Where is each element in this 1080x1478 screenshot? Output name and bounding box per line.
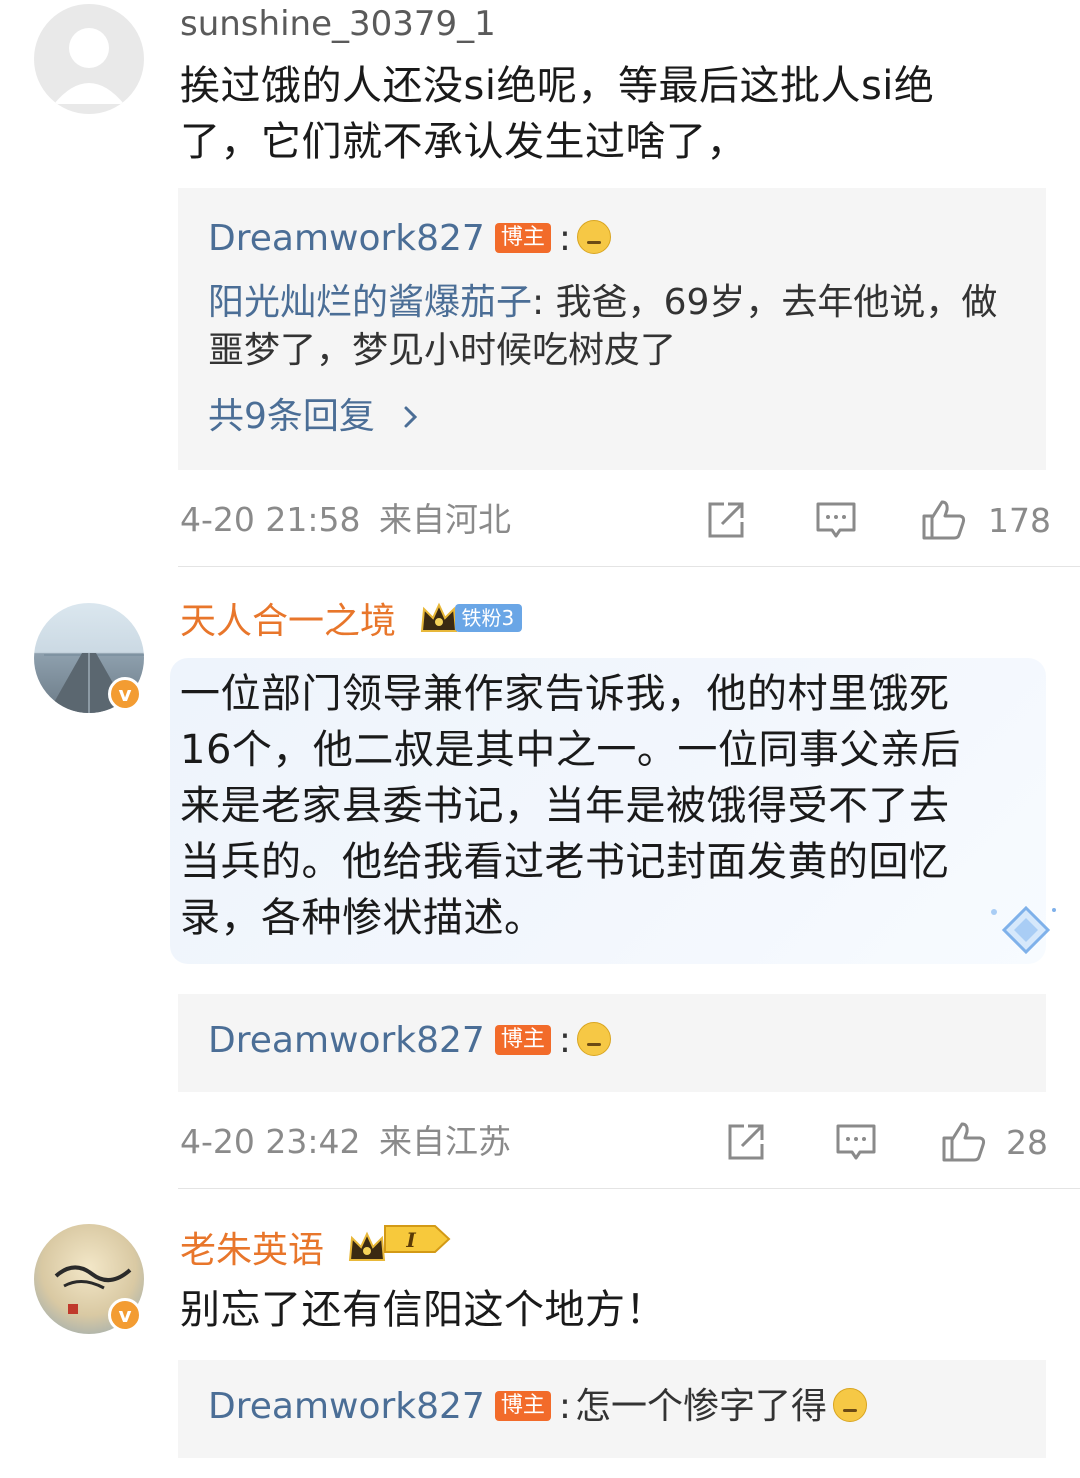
comment-text-line: 16个，他二叔是其中之一。一位同事父亲后: [180, 727, 961, 773]
username-label: 天人合一之境: [180, 601, 397, 642]
comment-meta: 4-20 23:42 来自江苏: [180, 1120, 511, 1164]
host-badge: 博主: [494, 1391, 551, 1421]
comment-text-line: 了，它们就不承认发生过啥了，: [180, 119, 747, 165]
comment-text-line: 录，各种惨状描述。: [180, 895, 545, 941]
comment-text: 挨过饿的人还没si绝呢，等最后这批人si绝 了，它们就不承认发生过啥了，: [180, 58, 1010, 170]
comment-button[interactable]: [814, 498, 858, 542]
colon: :: [558, 1386, 571, 1427]
comment-icon: [816, 502, 856, 538]
host-badge: 博主: [494, 1025, 551, 1055]
reply-line: Dreamwork827 博主: 怎一个惨字了得: [208, 1384, 868, 1430]
divider: [178, 566, 1080, 567]
emoji-icon: [577, 220, 611, 254]
comment-text-line: 一位部门领导兼作家告诉我，他的村里饿死: [180, 671, 950, 717]
verified-badge-icon: v: [108, 1298, 142, 1332]
level-badge-icon: I: [384, 1225, 451, 1253]
verified-badge-icon: v: [108, 677, 142, 711]
like-button[interactable]: 28: [940, 1120, 1048, 1164]
reply-author[interactable]: Dreamwork827: [208, 1386, 485, 1427]
thumbs-up-icon: [922, 500, 966, 540]
reply-line: Dreamwork827 博主:: [208, 1018, 611, 1064]
comment-icon: [836, 1124, 876, 1160]
comment-button[interactable]: [834, 1120, 878, 1164]
username[interactable]: 老朱英语 I: [180, 1222, 453, 1273]
crown-icon: [349, 1231, 386, 1261]
fan-level-badge: 铁粉3: [455, 604, 523, 632]
reply-author[interactable]: Dreamwork827: [208, 1020, 485, 1061]
avatar[interactable]: [34, 4, 144, 114]
default-avatar-icon: [54, 28, 124, 104]
comment-meta: 4-20 21:58 来自河北: [180, 498, 511, 542]
host-badge: 博主: [494, 223, 551, 253]
timestamp: 4-20 23:42: [180, 1122, 361, 1161]
sub-reply-author[interactable]: 阳光灿烂的酱爆茄子: [208, 282, 532, 323]
more-replies-label: 共9条回复: [208, 396, 375, 437]
share-icon: [728, 1124, 764, 1160]
reply-author[interactable]: Dreamwork827: [208, 218, 485, 259]
emoji-icon: [577, 1022, 611, 1056]
comment-text: 别忘了还有信阳这个地方！: [180, 1282, 1010, 1338]
reply-line: Dreamwork827 博主:: [208, 216, 611, 262]
share-button[interactable]: [724, 1120, 768, 1164]
reply-box[interactable]: Dreamwork827 博主:: [178, 994, 1046, 1092]
comment-text-line: 挨过饿的人还没si绝呢，等最后这批人si绝: [180, 63, 935, 109]
comment-text-line: 来是老家县委书记，当年是被饿得受不了去: [180, 783, 950, 829]
level-badge-text: I: [406, 1228, 417, 1252]
location: 来自河北: [379, 500, 511, 539]
username[interactable]: sunshine_30379_1: [180, 2, 496, 46]
comment-text-line: 当兵的。他给我看过老书记封面发黄的回忆: [180, 839, 950, 885]
avatar[interactable]: v: [34, 603, 144, 713]
like-button[interactable]: 178: [920, 498, 1051, 542]
like-count: 178: [988, 500, 1051, 540]
comment-text-line: 别忘了还有信阳这个地方！: [180, 1287, 666, 1333]
colon: :: [558, 218, 571, 259]
emoji-icon: [833, 1388, 868, 1422]
like-count: 28: [1006, 1122, 1048, 1162]
reply-text: 怎一个惨字了得: [575, 1386, 828, 1427]
more-replies-link[interactable]: 共9条回复: [208, 394, 422, 440]
thumbs-up-icon: [942, 1122, 986, 1162]
share-icon: [708, 502, 744, 538]
reply-box[interactable]: Dreamwork827 博主: 怎一个惨字了得: [178, 1360, 1046, 1458]
reply-box[interactable]: Dreamwork827 博主: 阳光灿烂的酱爆茄子: 我爸，69岁，去年他说，做…: [178, 188, 1046, 470]
username[interactable]: 天人合一之境 铁粉3: [180, 600, 523, 644]
colon: :: [532, 282, 556, 323]
divider: [178, 1188, 1080, 1189]
sub-reply-text-line: 噩梦了，梦见小时候吃树皮了: [208, 330, 677, 371]
avatar[interactable]: v: [34, 1224, 144, 1334]
sub-reply: 阳光灿烂的酱爆茄子: 我爸，69岁，去年他说，做: [208, 280, 997, 326]
share-button[interactable]: [704, 498, 748, 542]
chevron-right-icon: [404, 406, 418, 428]
comment-text: 一位部门领导兼作家告诉我，他的村里饿死 16个，他二叔是其中之一。一位同事父亲后…: [180, 666, 1010, 946]
sub-reply-text: 我爸，69岁，去年他说，做: [555, 282, 998, 323]
timestamp: 4-20 21:58: [180, 500, 361, 539]
crown-icon: [421, 602, 458, 632]
location: 来自江苏: [379, 1122, 511, 1161]
username-label: 老朱英语: [180, 1230, 325, 1271]
colon: :: [558, 1020, 571, 1061]
